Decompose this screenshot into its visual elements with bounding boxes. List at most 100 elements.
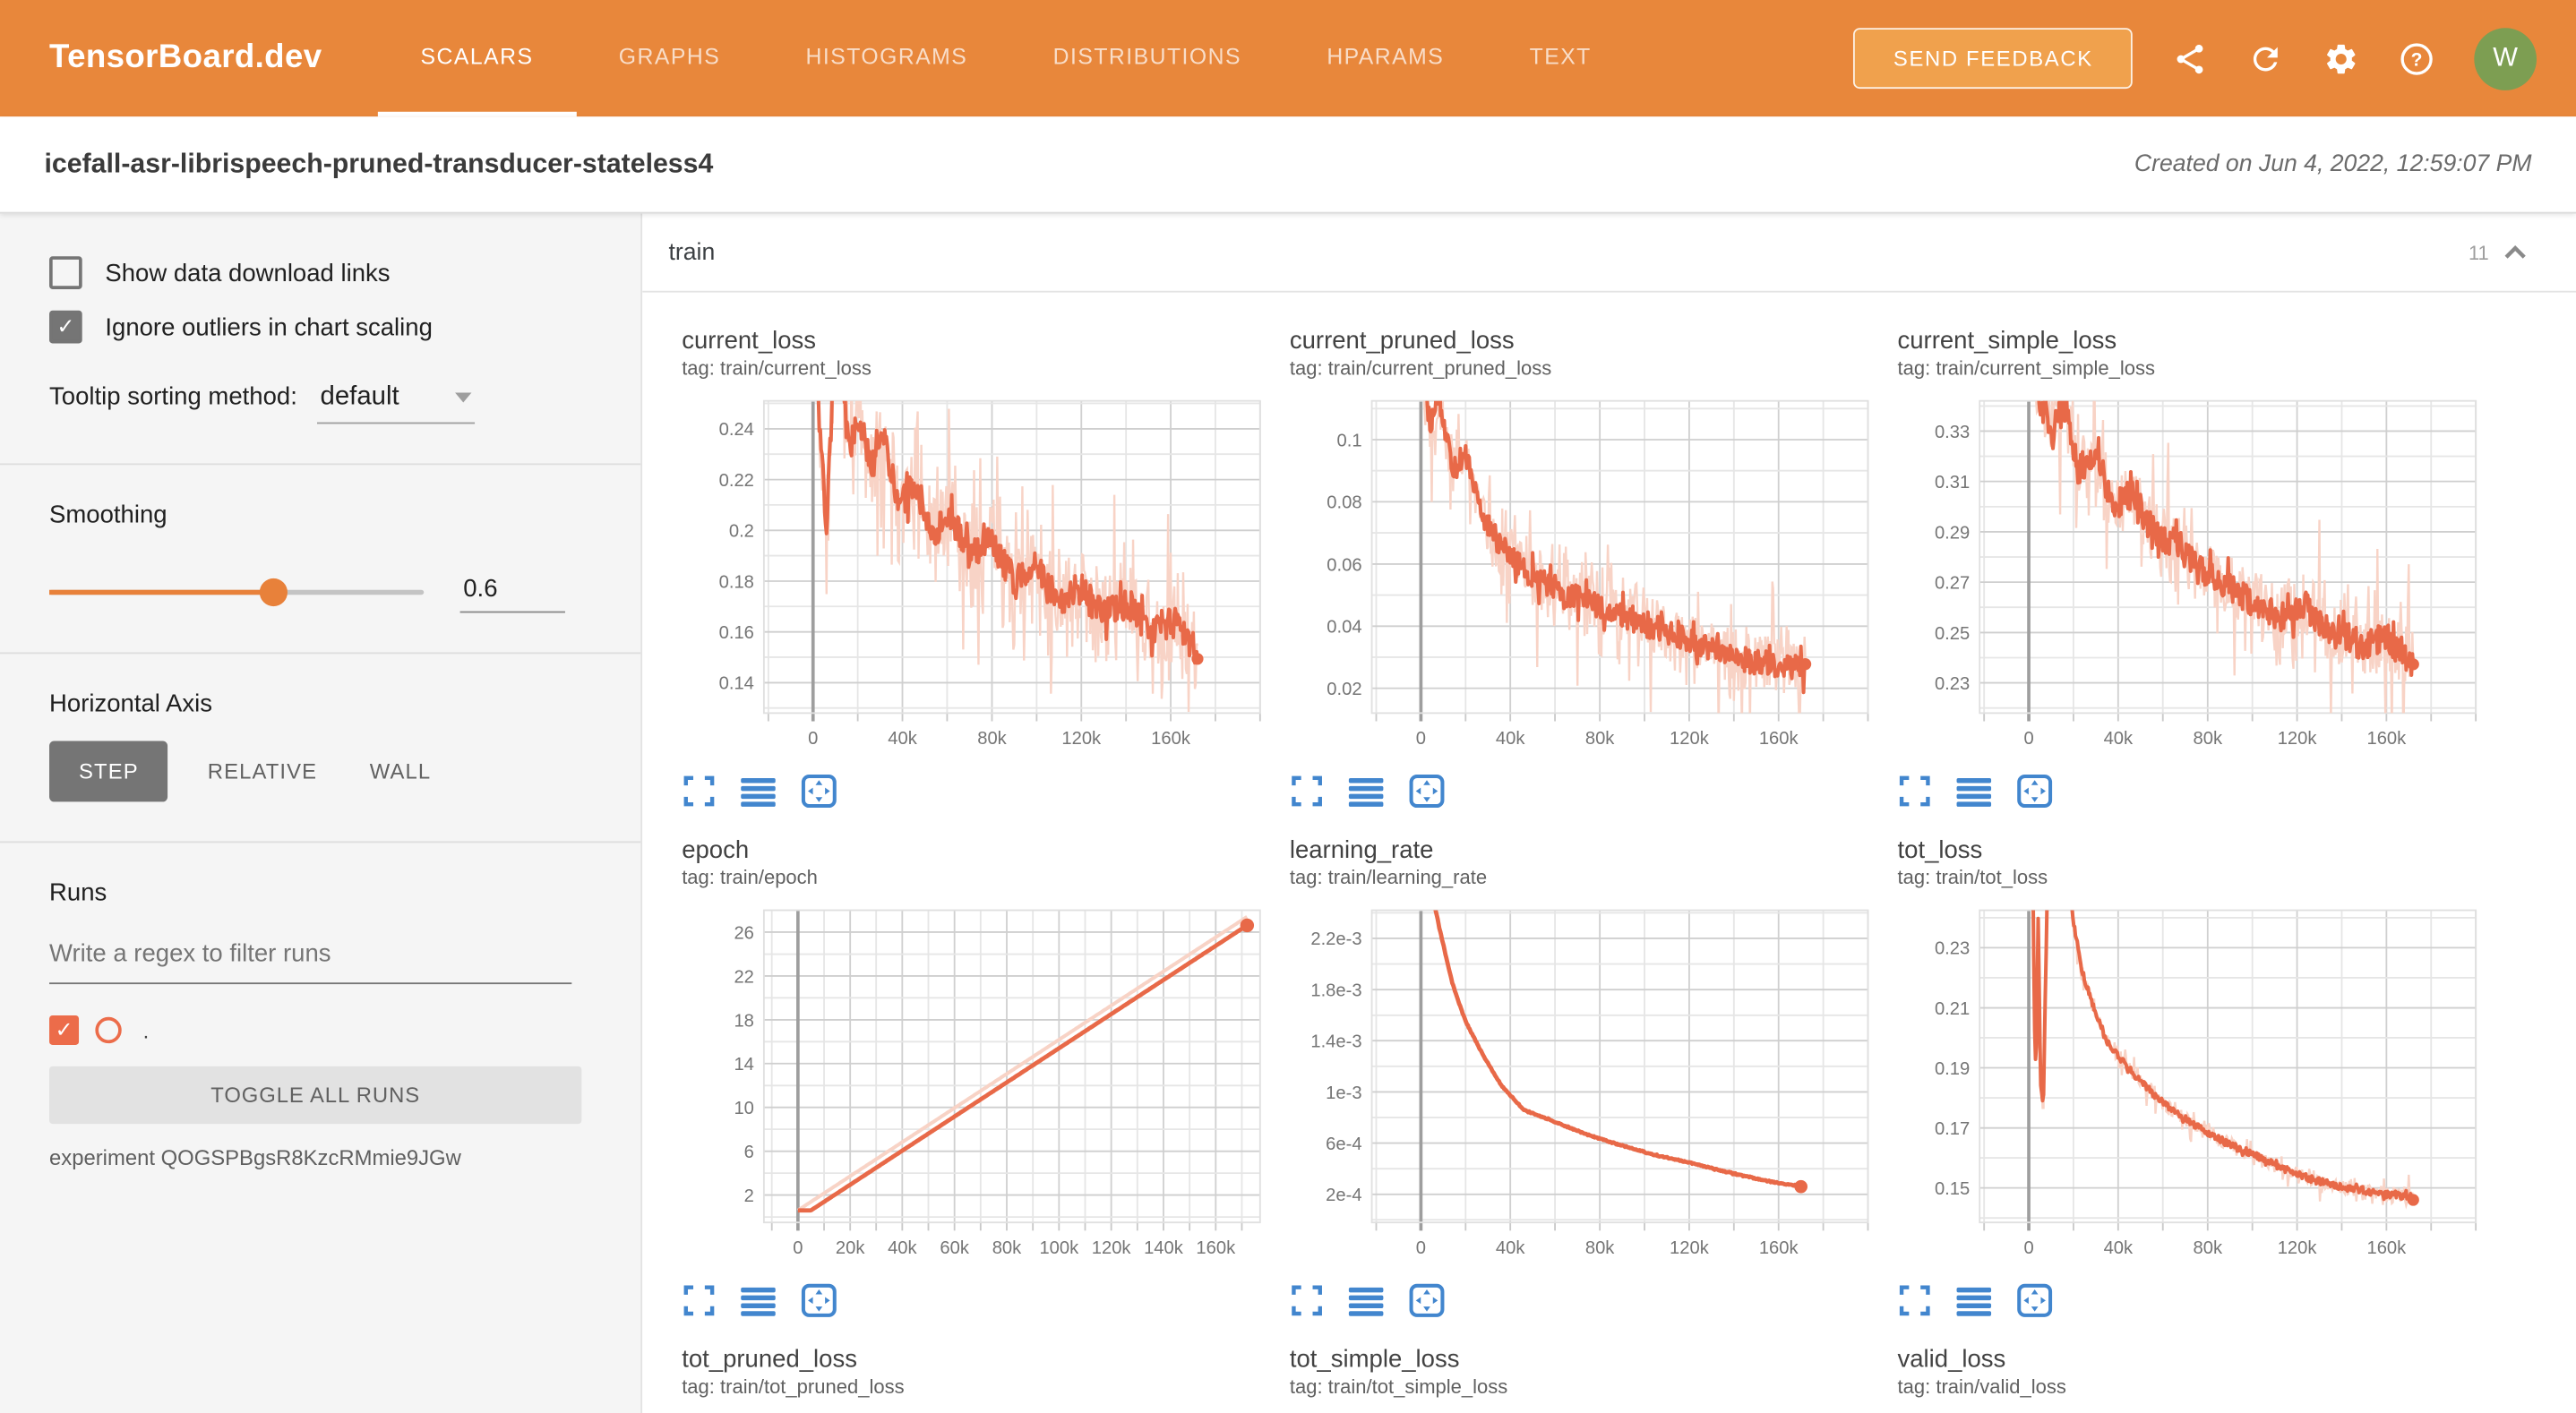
svg-text:1e-3: 1e-3 xyxy=(1326,1083,1361,1103)
chart-plot[interactable]: 261014182226020k40k60k80k100k120k140k160… xyxy=(682,901,1273,1269)
send-feedback-button[interactable]: SEND FEEDBACK xyxy=(1854,28,2133,89)
svg-text:0.31: 0.31 xyxy=(1935,473,1970,492)
svg-text:160k: 160k xyxy=(1196,1238,1236,1258)
chart-tag: tag: train/tot_pruned_loss xyxy=(682,1375,1273,1400)
chart-card-learning_rate: learning_ratetag: train/learning_rate2e-… xyxy=(1290,835,1881,1317)
charts-grid: current_losstag: train/current_loss0.140… xyxy=(642,293,2576,1413)
share-icon[interactable] xyxy=(2172,40,2208,76)
checkbox-checked-icon[interactable]: ✓ xyxy=(49,311,82,344)
top-app-bar: TensorBoard.dev SCALARS GRAPHS HISTOGRAM… xyxy=(0,0,2576,116)
checkbox-unchecked-icon[interactable] xyxy=(49,256,82,289)
tab-scalars[interactable]: SCALARS xyxy=(378,0,576,116)
chart-plot[interactable]: 0.020.040.060.080.1040k80k120k160k xyxy=(1290,391,1881,759)
ignore-outliers-row[interactable]: ✓ Ignore outliers in chart scaling xyxy=(49,311,591,344)
svg-text:0.18: 0.18 xyxy=(719,572,754,592)
chart-plot[interactable]: 2e-46e-41e-31.4e-31.8e-32.2e-3040k80k120… xyxy=(1290,901,1881,1269)
chart-title: epoch xyxy=(682,835,1273,866)
svg-text:80k: 80k xyxy=(977,729,1007,749)
svg-text:0: 0 xyxy=(2023,1238,2033,1258)
main-nav: SCALARS GRAPHS HISTOGRAMS DISTRIBUTIONS … xyxy=(378,0,1635,116)
experiment-id: experiment QOGSPBgsR8KzcRMmie9JGw xyxy=(49,1145,591,1170)
chart-card-tot_simple_loss: tot_simple_losstag: train/tot_simple_los… xyxy=(1290,1344,1881,1409)
log-scale-icon[interactable] xyxy=(1347,1283,1385,1318)
expand-icon[interactable] xyxy=(1290,1283,1325,1318)
chart-plot[interactable]: 0.150.170.190.210.23040k80k120k160k xyxy=(1898,901,2489,1269)
chart-plot[interactable]: 0.140.160.180.20.220.24040k80k120k160k xyxy=(682,391,1273,759)
show-download-links-row[interactable]: Show data download links xyxy=(49,256,591,289)
chart-toolbar xyxy=(1898,1283,2489,1318)
svg-text:0.22: 0.22 xyxy=(719,471,754,491)
smoothing-value-input[interactable] xyxy=(460,572,565,613)
toggle-all-runs-button[interactable]: TOGGLE ALL RUNS xyxy=(49,1066,581,1124)
tooltip-sort-value: default xyxy=(321,383,399,413)
expand-icon[interactable] xyxy=(1898,1283,1933,1318)
fit-domain-icon[interactable] xyxy=(1408,1283,1446,1318)
run-row[interactable]: ✓ . xyxy=(49,1015,591,1045)
svg-text:160k: 160k xyxy=(1759,1238,1799,1258)
relative-axis-button[interactable]: RELATIVE xyxy=(181,742,343,800)
svg-text:0: 0 xyxy=(2023,729,2033,749)
chart-plot[interactable]: 0.230.250.270.290.310.33040k80k120k160k xyxy=(1898,391,2489,759)
log-scale-icon[interactable] xyxy=(1347,774,1385,809)
divider xyxy=(0,463,640,465)
expand-icon[interactable] xyxy=(1898,774,1933,809)
fit-domain-icon[interactable] xyxy=(800,774,837,809)
svg-text:0.27: 0.27 xyxy=(1935,573,1970,593)
refresh-icon[interactable] xyxy=(2247,40,2283,76)
svg-text:0.33: 0.33 xyxy=(1935,423,1970,442)
chart-toolbar xyxy=(682,774,1273,809)
chart-toolbar xyxy=(1290,1283,1881,1318)
main-panel: train 11 current_losstag: train/current_… xyxy=(642,214,2576,1413)
log-scale-icon[interactable] xyxy=(1955,774,1993,809)
svg-text:160k: 160k xyxy=(2366,729,2407,749)
log-scale-icon[interactable] xyxy=(739,1283,777,1318)
log-scale-icon[interactable] xyxy=(1955,1283,1993,1318)
svg-text:80k: 80k xyxy=(1585,1238,1615,1258)
fit-domain-icon[interactable] xyxy=(1408,774,1446,809)
fit-domain-icon[interactable] xyxy=(800,1283,837,1318)
tooltip-sort-select[interactable]: default xyxy=(317,383,475,424)
chart-toolbar xyxy=(1898,774,2489,809)
run-checkbox[interactable]: ✓ xyxy=(49,1015,79,1045)
svg-text:1.4e-3: 1.4e-3 xyxy=(1310,1032,1361,1052)
step-axis-button[interactable]: STEP xyxy=(49,741,168,802)
expand-icon[interactable] xyxy=(682,774,717,809)
chart-tag: tag: train/current_simple_loss xyxy=(1898,356,2489,381)
svg-text:0.24: 0.24 xyxy=(719,420,754,440)
smoothing-slider[interactable] xyxy=(49,590,424,595)
svg-text:40k: 40k xyxy=(888,729,917,749)
svg-text:0.14: 0.14 xyxy=(719,674,754,694)
tab-text[interactable]: TEXT xyxy=(1487,0,1635,116)
help-icon[interactable]: ? xyxy=(2399,40,2434,76)
checkbox-label: Ignore outliers in chart scaling xyxy=(105,313,433,341)
slider-thumb[interactable] xyxy=(259,578,287,606)
svg-text:2.2e-3: 2.2e-3 xyxy=(1310,929,1361,949)
run-color-swatch xyxy=(95,1017,121,1043)
settings-icon[interactable] xyxy=(2323,40,2359,76)
avatar[interactable]: W xyxy=(2474,27,2537,90)
runs-filter-input[interactable] xyxy=(49,933,571,984)
fit-domain-icon[interactable] xyxy=(2016,1283,2054,1318)
chart-title: valid_loss xyxy=(1898,1344,2489,1375)
runs-label: Runs xyxy=(49,879,591,907)
tab-graphs[interactable]: GRAPHS xyxy=(576,0,763,116)
tab-distributions[interactable]: DISTRIBUTIONS xyxy=(1010,0,1284,116)
svg-text:10: 10 xyxy=(734,1099,753,1118)
expand-icon[interactable] xyxy=(682,1283,717,1318)
wall-axis-button[interactable]: WALL xyxy=(343,742,457,800)
svg-text:120k: 120k xyxy=(1061,729,1102,749)
svg-text:120k: 120k xyxy=(1092,1238,1132,1258)
expand-icon[interactable] xyxy=(1290,774,1325,809)
chart-card-current_simple_loss: current_simple_losstag: train/current_si… xyxy=(1898,325,2489,808)
svg-text:0.08: 0.08 xyxy=(1327,493,1361,513)
svg-text:60k: 60k xyxy=(940,1238,969,1258)
collapse-chevron-icon[interactable] xyxy=(2503,244,2527,260)
svg-text:0: 0 xyxy=(793,1238,803,1258)
fit-domain-icon[interactable] xyxy=(2016,774,2054,809)
tab-histograms[interactable]: HISTOGRAMS xyxy=(763,0,1010,116)
tag-group-count: 11 xyxy=(2469,241,2489,264)
app-logo[interactable]: TensorBoard.dev xyxy=(49,39,322,77)
tab-hparams[interactable]: HPARAMS xyxy=(1284,0,1487,116)
tag-group-header[interactable]: train 11 xyxy=(642,214,2576,293)
log-scale-icon[interactable] xyxy=(739,774,777,809)
